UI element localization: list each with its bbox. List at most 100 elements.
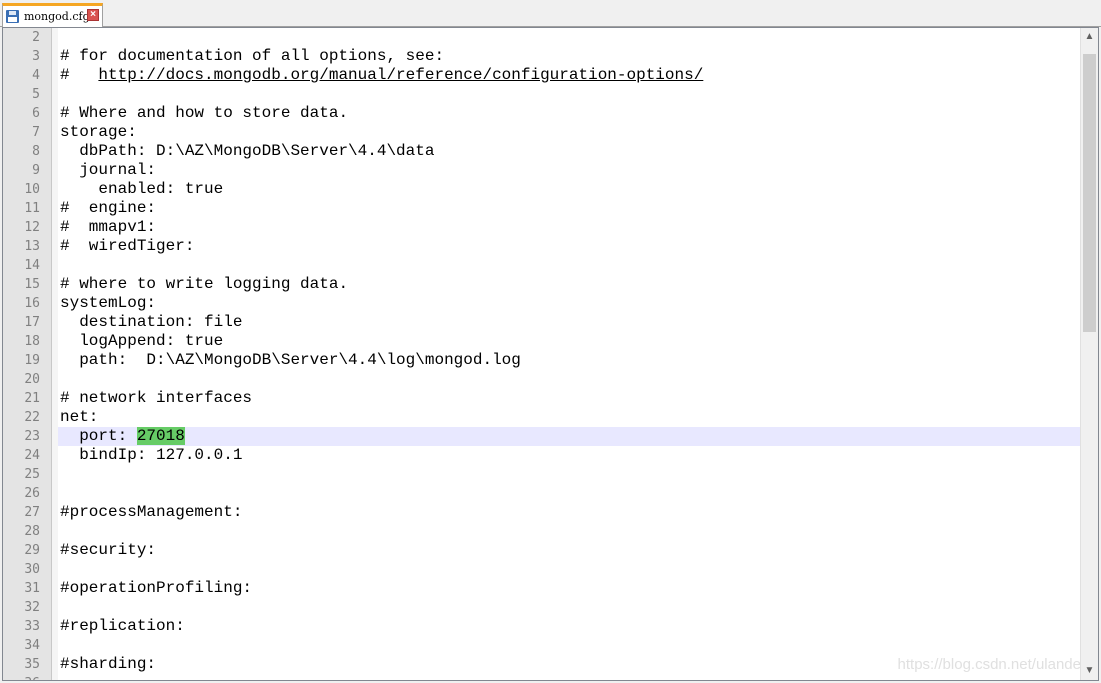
tab-mongod-cfg[interactable]: mongod.cfg × (2, 3, 103, 27)
documentation-link[interactable]: http://docs.mongodb.org/manual/reference… (98, 66, 703, 84)
code-line[interactable]: 4 # http://docs.mongodb.org/manual/refere… (3, 66, 1080, 85)
code-line[interactable]: 20 (3, 370, 1080, 389)
line-text[interactable]: # for documentation of all options, see: (60, 47, 444, 66)
code-line[interactable]: 26 (3, 484, 1080, 503)
code-line[interactable]: 22 net: (3, 408, 1080, 427)
line-text-content: # (60, 66, 99, 84)
line-text[interactable]: destination: file (60, 313, 242, 332)
line-text[interactable]: dbPath: D:\AZ\MongoDB\Server\4.4\data (60, 142, 434, 161)
code-line[interactable]: 5 (3, 85, 1080, 104)
code-line[interactable]: 30 (3, 560, 1080, 579)
line-text[interactable]: storage: (60, 123, 137, 142)
line-text[interactable]: bindIp: 127.0.0.1 (60, 446, 242, 465)
code-line[interactable]: 18 logAppend: true (3, 332, 1080, 351)
line-number: 30 (24, 562, 40, 577)
code-line[interactable]: 13 # wiredTiger: (3, 237, 1080, 256)
line-text[interactable]: # http://docs.mongodb.org/manual/referen… (60, 66, 703, 85)
text-editor[interactable]: 2 3 # for documentation of all options, se… (2, 27, 1099, 681)
code-line[interactable]: 21 # network interfaces (3, 389, 1080, 408)
line-text[interactable]: systemLog: (60, 294, 156, 313)
line-text[interactable]: #sharding: (60, 655, 156, 674)
chevron-up-icon[interactable]: ▲ (1081, 28, 1098, 46)
line-text-content: # for documentation of all options, see: (60, 47, 445, 65)
code-line[interactable]: 33 #replication: (3, 617, 1080, 636)
line-text[interactable]: #security: (60, 541, 156, 560)
code-line[interactable]: 27 #processManagement: (3, 503, 1080, 522)
code-line[interactable]: 28 (3, 522, 1080, 541)
code-line[interactable]: 9 journal: (3, 161, 1080, 180)
close-icon[interactable]: × (87, 9, 99, 21)
line-text-content: port: (60, 427, 137, 445)
line-text[interactable]: #replication: (60, 617, 185, 636)
line-number: 19 (24, 353, 40, 368)
code-line[interactable]: 17 destination: file (3, 313, 1080, 332)
code-line[interactable]: 25 (3, 465, 1080, 484)
line-text[interactable]: journal: (60, 161, 156, 180)
line-text[interactable]: enabled: true (60, 180, 223, 199)
search-highlight: 27018 (136, 427, 185, 445)
code-line[interactable]: 12 # mmapv1: (3, 218, 1080, 237)
line-number: 12 (24, 220, 40, 235)
line-text[interactable]: # wiredTiger: (60, 237, 194, 256)
code-line[interactable]: 8 dbPath: D:\AZ\MongoDB\Server\4.4\data (3, 142, 1080, 161)
line-number: 34 (24, 638, 40, 653)
code-line[interactable]: 29 #security: (3, 541, 1080, 560)
line-number: 28 (24, 524, 40, 539)
line-text-content: #replication: (60, 617, 185, 635)
line-text[interactable]: net: (60, 408, 98, 427)
code-line[interactable]: 6 # Where and how to store data. (3, 104, 1080, 123)
line-number: 21 (24, 391, 40, 406)
line-number: 17 (24, 315, 40, 330)
code-line[interactable]: 3 # for documentation of all options, see… (3, 47, 1080, 66)
tab-bar: mongod.cfg × (0, 0, 1101, 27)
line-number: 7 (32, 125, 40, 140)
line-number: 33 (24, 619, 40, 634)
chevron-down-icon[interactable]: ▼ (1081, 662, 1098, 680)
watermark: https://blog.csdn.net/ulande (897, 656, 1081, 673)
line-number: 3 (32, 49, 40, 64)
vertical-scrollbar[interactable]: ▲ ▼ (1080, 28, 1098, 680)
code-line[interactable]: 15 # where to write logging data. (3, 275, 1080, 294)
line-number: 22 (24, 410, 40, 425)
line-text[interactable]: # engine: (60, 199, 156, 218)
line-number: 11 (24, 201, 40, 216)
code-line[interactable]: 36 (3, 674, 1080, 680)
line-number: 24 (24, 448, 40, 463)
line-text-content: systemLog: (60, 294, 157, 312)
code-line[interactable]: 23 port: 27018 (3, 427, 1080, 446)
line-text-content: net: (60, 408, 99, 426)
line-text[interactable]: #processManagement: (60, 503, 242, 522)
line-number: 25 (24, 467, 40, 482)
line-text[interactable]: # network interfaces (60, 389, 252, 408)
line-number: 18 (24, 334, 40, 349)
code-line[interactable]: 32 (3, 598, 1080, 617)
code-line[interactable]: 11 # engine: (3, 199, 1080, 218)
line-text[interactable]: # Where and how to store data. (60, 104, 348, 123)
line-text[interactable]: logAppend: true (60, 332, 223, 351)
code-line[interactable]: 24 bindIp: 127.0.0.1 (3, 446, 1080, 465)
line-text[interactable]: path: D:\AZ\MongoDB\Server\4.4\log\mongo… (60, 351, 521, 370)
code-line[interactable]: 7 storage: (3, 123, 1080, 142)
line-number: 23 (24, 429, 40, 444)
code-line[interactable]: 31 #operationProfiling: (3, 579, 1080, 598)
line-number: 5 (32, 87, 40, 102)
line-text-content: #processManagement: (60, 503, 243, 521)
line-text-content: #operationProfiling: (60, 579, 253, 597)
line-text-content: #sharding: (60, 655, 157, 673)
line-text[interactable]: # mmapv1: (60, 218, 156, 237)
code-line[interactable]: 14 (3, 256, 1080, 275)
line-number: 8 (32, 144, 40, 159)
line-text[interactable]: # where to write logging data. (60, 275, 348, 294)
line-text[interactable]: #operationProfiling: (60, 579, 252, 598)
code-line[interactable]: 16 systemLog: (3, 294, 1080, 313)
code-line[interactable]: 34 (3, 636, 1080, 655)
line-text-content: logAppend: true (60, 332, 224, 350)
code-line[interactable]: 10 enabled: true (3, 180, 1080, 199)
scrollbar-thumb[interactable] (1083, 54, 1096, 332)
line-number: 14 (24, 258, 40, 273)
line-text[interactable]: port: 27018 (60, 427, 185, 446)
line-number: 20 (24, 372, 40, 387)
code-line[interactable]: 19 path: D:\AZ\MongoDB\Server\4.4\log\mo… (3, 351, 1080, 370)
line-number: 13 (24, 239, 40, 254)
code-line[interactable]: 2 (3, 28, 1080, 47)
